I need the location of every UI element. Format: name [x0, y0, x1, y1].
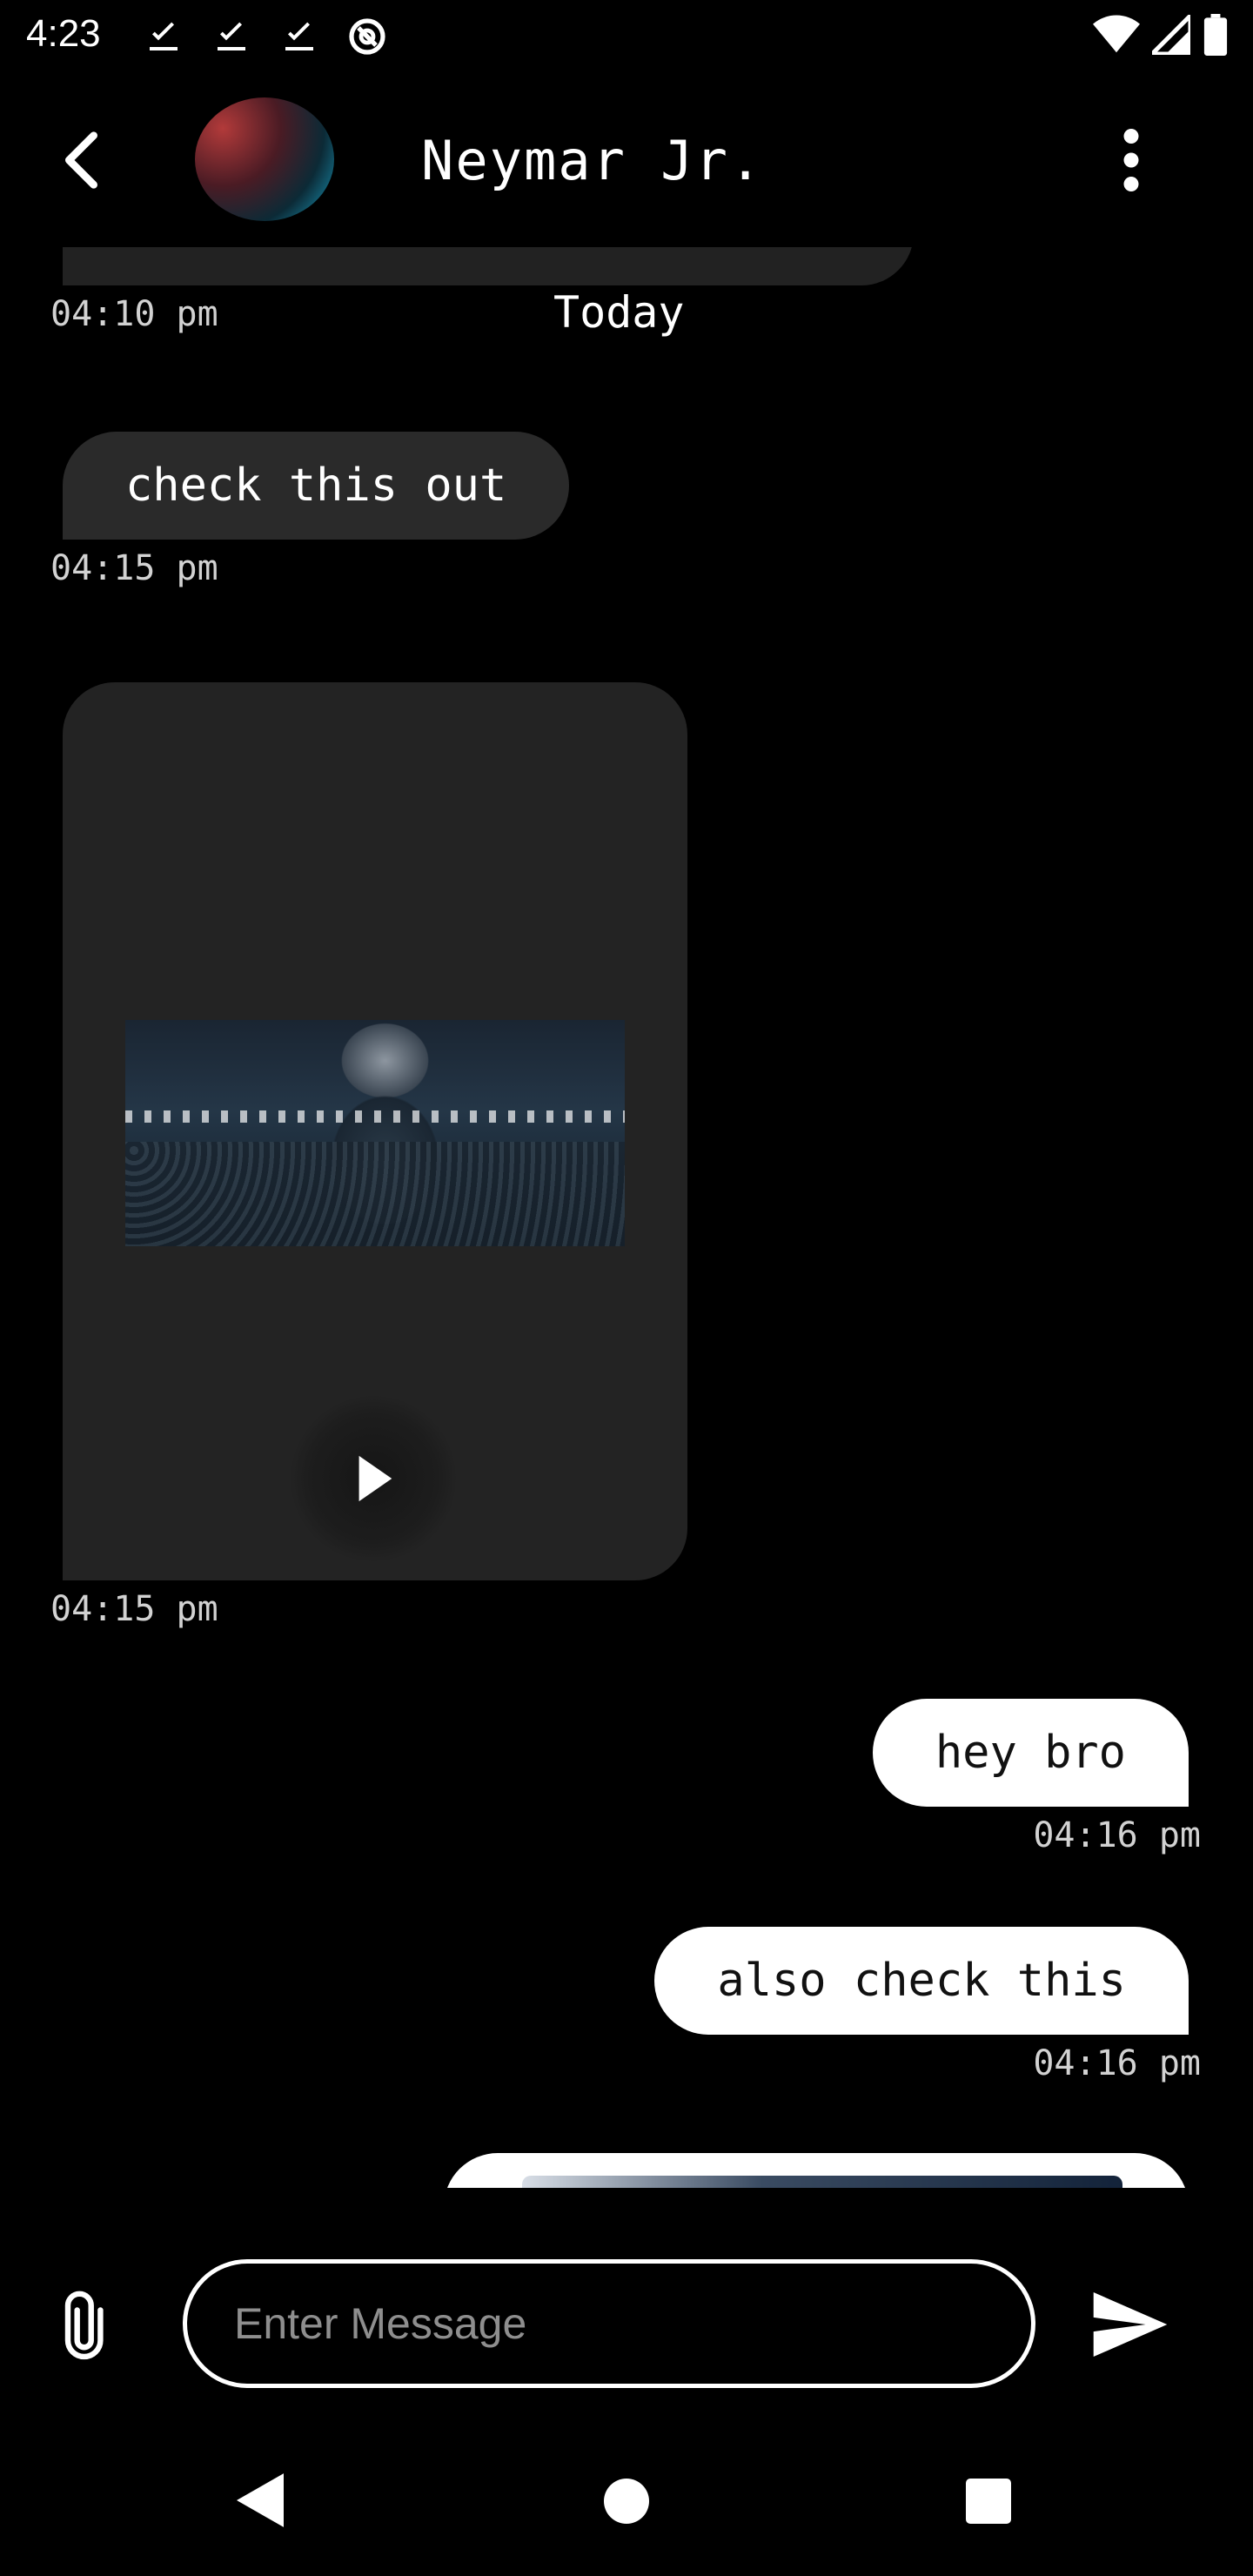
download-done-icon	[150, 22, 178, 50]
previous-video-message[interactable]	[63, 247, 914, 285]
notification-icons	[141, 16, 390, 57]
send-icon[interactable]	[1093, 2292, 1168, 2357]
attachment-icon[interactable]	[61, 2289, 113, 2365]
status-bar: 4:23	[0, 0, 1253, 73]
message-input[interactable]	[183, 2259, 1035, 2388]
media-preview	[522, 2176, 1122, 2188]
back-arrow-icon[interactable]	[49, 125, 118, 195]
play-icon	[358, 1455, 392, 1502]
outgoing-message-bubble[interactable]: also check this	[654, 1927, 1189, 2035]
outgoing-message-bubble[interactable]: hey bro	[872, 1699, 1189, 1807]
chat-header: Neymar Jr.	[0, 73, 1253, 247]
download-done-icon	[218, 22, 245, 50]
download-done-icon	[285, 22, 313, 50]
contact-avatar[interactable]	[195, 97, 334, 221]
thumbnail-stadium-lights	[125, 1110, 625, 1123]
message-timestamp: 04:15 pm	[50, 1589, 218, 1629]
message-text: hey bro	[935, 1727, 1126, 1779]
message-timestamp: 04:16 pm	[1033, 1815, 1201, 1855]
nav-home-icon[interactable]	[604, 2479, 649, 2524]
more-options-icon[interactable]	[1105, 125, 1157, 195]
nav-back-icon[interactable]	[237, 2473, 284, 2527]
play-button[interactable]	[291, 1396, 456, 1561]
incoming-message-bubble[interactable]: check this out	[63, 432, 570, 540]
wifi-icon	[1093, 15, 1140, 53]
system-navigation-bar	[0, 2419, 1253, 2576]
at-circle-icon	[349, 18, 385, 55]
outgoing-media-message[interactable]	[444, 2153, 1189, 2188]
message-timestamp: 04:15 pm	[50, 548, 218, 588]
nav-recents-icon[interactable]	[966, 2479, 1011, 2524]
incoming-video-message[interactable]	[63, 682, 687, 1580]
system-status-icons	[1093, 14, 1229, 56]
status-time: 4:23	[26, 12, 101, 55]
contact-name[interactable]: Neymar Jr.	[421, 129, 763, 192]
thumbnail-crowd	[125, 1142, 625, 1246]
message-timestamp: 04:16 pm	[1033, 2043, 1201, 2083]
message-text: also check this	[717, 1955, 1126, 2007]
cellular-signal-icon	[1152, 15, 1190, 55]
message-list[interactable]: 04:10 pm Today check this out 04:15 pm 0…	[0, 247, 1253, 2188]
day-separator: Today	[553, 287, 685, 338]
battery-icon	[1203, 14, 1228, 56]
video-thumbnail[interactable]	[125, 1020, 625, 1246]
message-timestamp: 04:10 pm	[50, 294, 218, 334]
message-text: check this out	[125, 460, 507, 512]
